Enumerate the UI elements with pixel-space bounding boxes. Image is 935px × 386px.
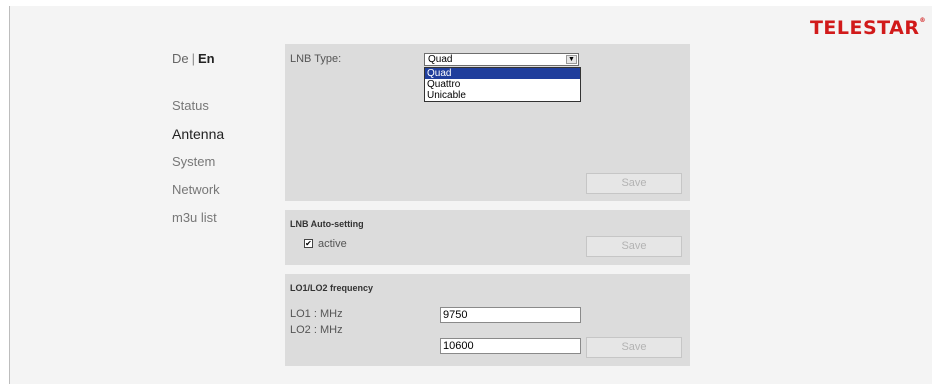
- nav-item-network[interactable]: Network: [172, 182, 224, 210]
- nav-item-status[interactable]: Status: [172, 98, 224, 126]
- chevron-down-icon[interactable]: ▼: [566, 55, 577, 64]
- logo-text: TELESTAR: [809, 17, 920, 39]
- lnb-type-dropdown-list: Quad Quattro Unicable: [424, 67, 581, 102]
- lnb-type-label: LNB Type:: [290, 53, 342, 65]
- language-switcher: De | En: [172, 51, 215, 66]
- lang-de-link[interactable]: De: [172, 51, 189, 66]
- lo-frequency-save-button[interactable]: Save: [586, 337, 682, 358]
- lnb-option-unicable[interactable]: Unicable: [425, 90, 580, 101]
- auto-setting-save-button[interactable]: Save: [586, 236, 682, 257]
- sidebar-nav: Status Antenna System Network m3u list: [172, 98, 224, 238]
- active-checkbox-label: active: [318, 238, 347, 250]
- nav-item-system[interactable]: System: [172, 154, 224, 182]
- lnb-type-selected-value: Quad: [428, 54, 453, 65]
- lo1-input[interactable]: 9750: [440, 307, 581, 323]
- lnb-type-save-button[interactable]: Save: [586, 173, 682, 194]
- lo2-label: LO2 : MHz: [290, 324, 343, 336]
- lnb-type-select[interactable]: Quad ▼: [424, 53, 579, 66]
- lo-frequency-heading: LO1/LO2 frequency: [290, 283, 374, 293]
- active-checkbox[interactable]: ✔: [304, 239, 313, 248]
- nav-item-m3u-list[interactable]: m3u list: [172, 210, 224, 238]
- auto-setting-heading: LNB Auto-setting: [290, 219, 364, 229]
- lo-frequency-panel: LO1/LO2 frequency LO1 : MHz LO2 : MHz 97…: [285, 274, 690, 366]
- lnb-type-panel: LNB Type: Quad ▼ Quad Quattro Unicable S…: [285, 44, 690, 201]
- lo2-input[interactable]: 10600: [440, 338, 581, 354]
- telestar-logo: TELESTAR®: [810, 17, 926, 39]
- lnb-option-quattro[interactable]: Quattro: [425, 79, 580, 90]
- lo1-label: LO1 : MHz: [290, 308, 343, 320]
- nav-item-antenna[interactable]: Antenna: [172, 126, 224, 154]
- lnb-auto-setting-panel: LNB Auto-setting ✔ active Save: [285, 210, 690, 265]
- lang-en-link[interactable]: En: [198, 51, 215, 66]
- logo-trademark: ®: [919, 17, 926, 24]
- lnb-option-quad[interactable]: Quad: [425, 68, 580, 79]
- lang-separator: |: [191, 51, 196, 66]
